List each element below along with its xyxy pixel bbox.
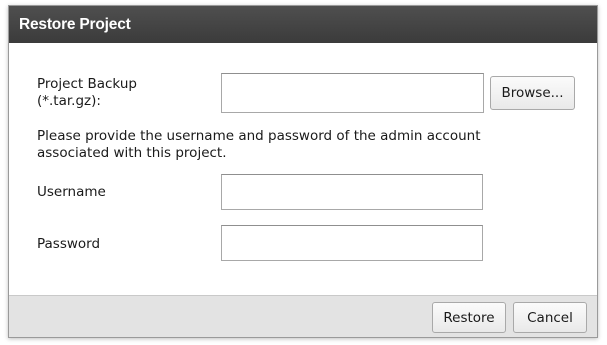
project-backup-label-line1: Project Backup [37,76,137,92]
project-backup-label-line2: (*.tar.gz): [37,93,101,109]
instructions-text: Please provide the username and password… [37,128,481,162]
restore-button[interactable]: Restore [432,302,506,333]
password-label: Password [37,236,101,252]
cancel-button[interactable]: Cancel [513,302,587,333]
username-input[interactable] [221,174,483,210]
password-input[interactable] [221,225,483,261]
project-backup-file-input[interactable] [221,73,484,113]
instructions-line2: associated with this project. [37,145,227,161]
browse-button[interactable]: Browse... [490,76,575,110]
username-label: Username [37,184,106,200]
instructions-line1: Please provide the username and password… [37,128,481,144]
dialog-body: Project Backup (*.tar.gz): Browse... Ple… [9,43,597,296]
restore-project-dialog: Restore Project Project Backup (*.tar.gz… [8,5,598,338]
dialog-footer: Restore Cancel [9,295,597,337]
project-backup-label: Project Backup (*.tar.gz): [37,76,137,110]
dialog-title: Restore Project [9,6,597,43]
